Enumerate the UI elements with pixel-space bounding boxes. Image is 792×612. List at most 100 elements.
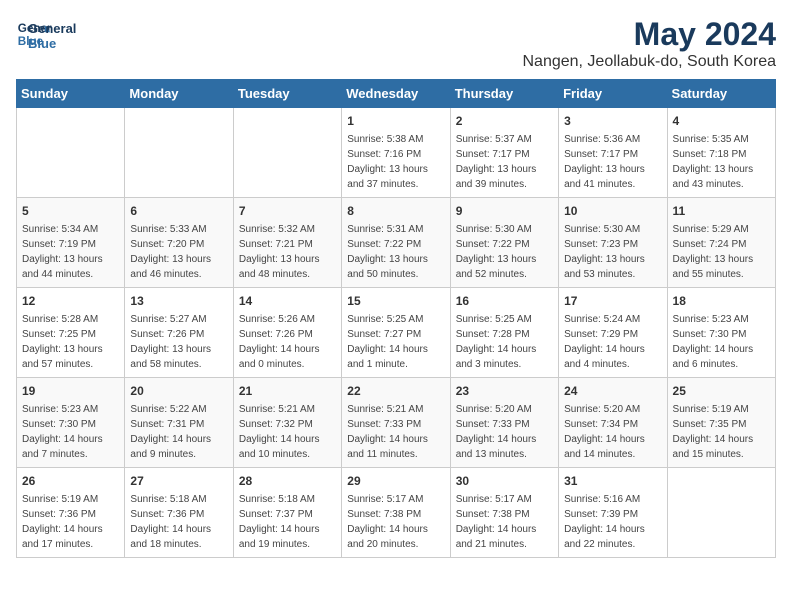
day-number: 6 xyxy=(130,202,227,220)
day-info: Sunrise: 5:32 AM Sunset: 7:21 PM Dayligh… xyxy=(239,222,336,282)
calendar-cell: 26Sunrise: 5:19 AM Sunset: 7:36 PM Dayli… xyxy=(17,468,125,558)
day-info: Sunrise: 5:22 AM Sunset: 7:31 PM Dayligh… xyxy=(130,402,227,462)
weekday-header: Monday xyxy=(125,80,233,108)
calendar-cell: 18Sunrise: 5:23 AM Sunset: 7:30 PM Dayli… xyxy=(667,288,775,378)
calendar-cell: 21 Sunrise: 5:21 AM Sunset: 7:32 PM Dayli… xyxy=(233,378,341,468)
day-number: 7 xyxy=(239,202,336,220)
calendar-cell: 3 Sunrise: 5:36 AM Sunset: 7:17 PM Daylig… xyxy=(559,108,667,198)
weekday-header: Thursday xyxy=(450,80,558,108)
calendar-cell: 29Sunrise: 5:17 AM Sunset: 7:38 PM Dayli… xyxy=(342,468,450,558)
calendar-week-row: 1Sunrise: 5:38 AM Sunset: 7:16 PM Daylig… xyxy=(17,108,776,198)
day-number: 15 xyxy=(347,292,444,310)
weekday-header: Sunday xyxy=(17,80,125,108)
day-number: 17 xyxy=(564,292,661,310)
weekday-header: Saturday xyxy=(667,80,775,108)
logo: General Blue General Blue xyxy=(16,16,76,52)
calendar-cell: 1Sunrise: 5:38 AM Sunset: 7:16 PM Daylig… xyxy=(342,108,450,198)
day-info: Sunrise: 5:31 AM Sunset: 7:22 PM Dayligh… xyxy=(347,222,444,282)
calendar-week-row: 12 Sunrise: 5:28 AM Sunset: 7:25 PM Dayli… xyxy=(17,288,776,378)
page-header: General Blue General Blue May 2024 Nange… xyxy=(16,16,776,71)
day-number: 4 xyxy=(673,112,770,130)
day-number: 26 xyxy=(22,472,119,490)
weekday-header: Tuesday xyxy=(233,80,341,108)
calendar-cell: 6 Sunrise: 5:33 AM Sunset: 7:20 PM Daylig… xyxy=(125,198,233,288)
calendar-cell: 22 Sunrise: 5:21 AM Sunset: 7:33 PM Dayli… xyxy=(342,378,450,468)
day-info: Sunrise: 5:30 AM Sunset: 7:23 PM Dayligh… xyxy=(564,222,661,282)
day-info: Sunrise: 5:37 AM Sunset: 7:17 PM Dayligh… xyxy=(456,132,553,192)
day-number: 29 xyxy=(347,472,444,490)
day-info: Sunrise: 5:24 AM Sunset: 7:29 PM Dayligh… xyxy=(564,312,661,372)
day-info: Sunrise: 5:28 AM Sunset: 7:25 PM Dayligh… xyxy=(22,312,119,372)
day-info: Sunrise: 5:27 AM Sunset: 7:26 PM Dayligh… xyxy=(130,312,227,372)
day-number: 20 xyxy=(130,382,227,400)
day-info: Sunrise: 5:25 AM Sunset: 7:27 PM Dayligh… xyxy=(347,312,444,372)
day-info: Sunrise: 5:21 AM Sunset: 7:32 PM Dayligh… xyxy=(239,402,336,462)
calendar-cell: 15 Sunrise: 5:25 AM Sunset: 7:27 PM Dayli… xyxy=(342,288,450,378)
day-number: 30 xyxy=(456,472,553,490)
day-number: 1 xyxy=(347,112,444,130)
weekday-header: Friday xyxy=(559,80,667,108)
calendar-cell: 20 Sunrise: 5:22 AM Sunset: 7:31 PM Dayli… xyxy=(125,378,233,468)
day-number: 25 xyxy=(673,382,770,400)
day-info: Sunrise: 5:30 AM Sunset: 7:22 PM Dayligh… xyxy=(456,222,553,282)
day-number: 19 xyxy=(22,382,119,400)
day-number: 3 xyxy=(564,112,661,130)
day-info: Sunrise: 5:19 AM Sunset: 7:35 PM Dayligh… xyxy=(673,402,770,462)
calendar-cell: 12 Sunrise: 5:28 AM Sunset: 7:25 PM Dayli… xyxy=(17,288,125,378)
calendar-cell: 23 Sunrise: 5:20 AM Sunset: 7:33 PM Dayli… xyxy=(450,378,558,468)
calendar-header-row: SundayMondayTuesdayWednesdayThursdayFrid… xyxy=(17,80,776,108)
day-info: Sunrise: 5:18 AM Sunset: 7:37 PM Dayligh… xyxy=(239,492,336,552)
calendar-cell: 10 Sunrise: 5:30 AM Sunset: 7:23 PM Dayli… xyxy=(559,198,667,288)
day-number: 24 xyxy=(564,382,661,400)
calendar-cell: 19 Sunrise: 5:23 AM Sunset: 7:30 PM Dayli… xyxy=(17,378,125,468)
day-info: Sunrise: 5:16 AM Sunset: 7:39 PM Dayligh… xyxy=(564,492,661,552)
day-info: Sunrise: 5:26 AM Sunset: 7:26 PM Dayligh… xyxy=(239,312,336,372)
day-number: 21 xyxy=(239,382,336,400)
location-title: Nangen, Jeollabuk-do, South Korea xyxy=(522,53,776,71)
day-number: 27 xyxy=(130,472,227,490)
calendar-cell: 9Sunrise: 5:30 AM Sunset: 7:22 PM Daylig… xyxy=(450,198,558,288)
calendar-cell: 27 Sunrise: 5:18 AM Sunset: 7:36 PM Dayli… xyxy=(125,468,233,558)
title-section: May 2024 Nangen, Jeollabuk-do, South Kor… xyxy=(522,16,776,71)
calendar-cell xyxy=(17,108,125,198)
calendar-cell: 7 Sunrise: 5:32 AM Sunset: 7:21 PM Daylig… xyxy=(233,198,341,288)
day-number: 28 xyxy=(239,472,336,490)
calendar-cell: 31Sunrise: 5:16 AM Sunset: 7:39 PM Dayli… xyxy=(559,468,667,558)
day-number: 23 xyxy=(456,382,553,400)
calendar-cell: 13 Sunrise: 5:27 AM Sunset: 7:26 PM Dayli… xyxy=(125,288,233,378)
day-info: Sunrise: 5:21 AM Sunset: 7:33 PM Dayligh… xyxy=(347,402,444,462)
calendar-week-row: 19 Sunrise: 5:23 AM Sunset: 7:30 PM Dayli… xyxy=(17,378,776,468)
day-info: Sunrise: 5:20 AM Sunset: 7:34 PM Dayligh… xyxy=(564,402,661,462)
day-info: Sunrise: 5:23 AM Sunset: 7:30 PM Dayligh… xyxy=(673,312,770,372)
day-info: Sunrise: 5:18 AM Sunset: 7:36 PM Dayligh… xyxy=(130,492,227,552)
day-info: Sunrise: 5:33 AM Sunset: 7:20 PM Dayligh… xyxy=(130,222,227,282)
calendar-cell: 16Sunrise: 5:25 AM Sunset: 7:28 PM Dayli… xyxy=(450,288,558,378)
calendar-cell xyxy=(667,468,775,558)
calendar-week-row: 26Sunrise: 5:19 AM Sunset: 7:36 PM Dayli… xyxy=(17,468,776,558)
calendar-cell: 8Sunrise: 5:31 AM Sunset: 7:22 PM Daylig… xyxy=(342,198,450,288)
calendar-cell: 11Sunrise: 5:29 AM Sunset: 7:24 PM Dayli… xyxy=(667,198,775,288)
day-number: 2 xyxy=(456,112,553,130)
calendar-cell: 25 Sunrise: 5:19 AM Sunset: 7:35 PM Dayli… xyxy=(667,378,775,468)
calendar-cell: 17 Sunrise: 5:24 AM Sunset: 7:29 PM Dayli… xyxy=(559,288,667,378)
calendar-cell: 4 Sunrise: 5:35 AM Sunset: 7:18 PM Daylig… xyxy=(667,108,775,198)
day-number: 22 xyxy=(347,382,444,400)
day-info: Sunrise: 5:36 AM Sunset: 7:17 PM Dayligh… xyxy=(564,132,661,192)
calendar-cell: 14 Sunrise: 5:26 AM Sunset: 7:26 PM Dayli… xyxy=(233,288,341,378)
calendar-cell: 24 Sunrise: 5:20 AM Sunset: 7:34 PM Dayli… xyxy=(559,378,667,468)
day-number: 13 xyxy=(130,292,227,310)
day-info: Sunrise: 5:29 AM Sunset: 7:24 PM Dayligh… xyxy=(673,222,770,282)
calendar-cell xyxy=(233,108,341,198)
day-number: 14 xyxy=(239,292,336,310)
day-info: Sunrise: 5:35 AM Sunset: 7:18 PM Dayligh… xyxy=(673,132,770,192)
day-info: Sunrise: 5:23 AM Sunset: 7:30 PM Dayligh… xyxy=(22,402,119,462)
logo-general: General xyxy=(28,21,76,36)
calendar-table: SundayMondayTuesdayWednesdayThursdayFrid… xyxy=(16,79,776,558)
day-info: Sunrise: 5:20 AM Sunset: 7:33 PM Dayligh… xyxy=(456,402,553,462)
day-number: 12 xyxy=(22,292,119,310)
calendar-cell: 28 Sunrise: 5:18 AM Sunset: 7:37 PM Dayli… xyxy=(233,468,341,558)
month-title: May 2024 xyxy=(522,16,776,53)
calendar-cell xyxy=(125,108,233,198)
day-number: 10 xyxy=(564,202,661,220)
weekday-header: Wednesday xyxy=(342,80,450,108)
